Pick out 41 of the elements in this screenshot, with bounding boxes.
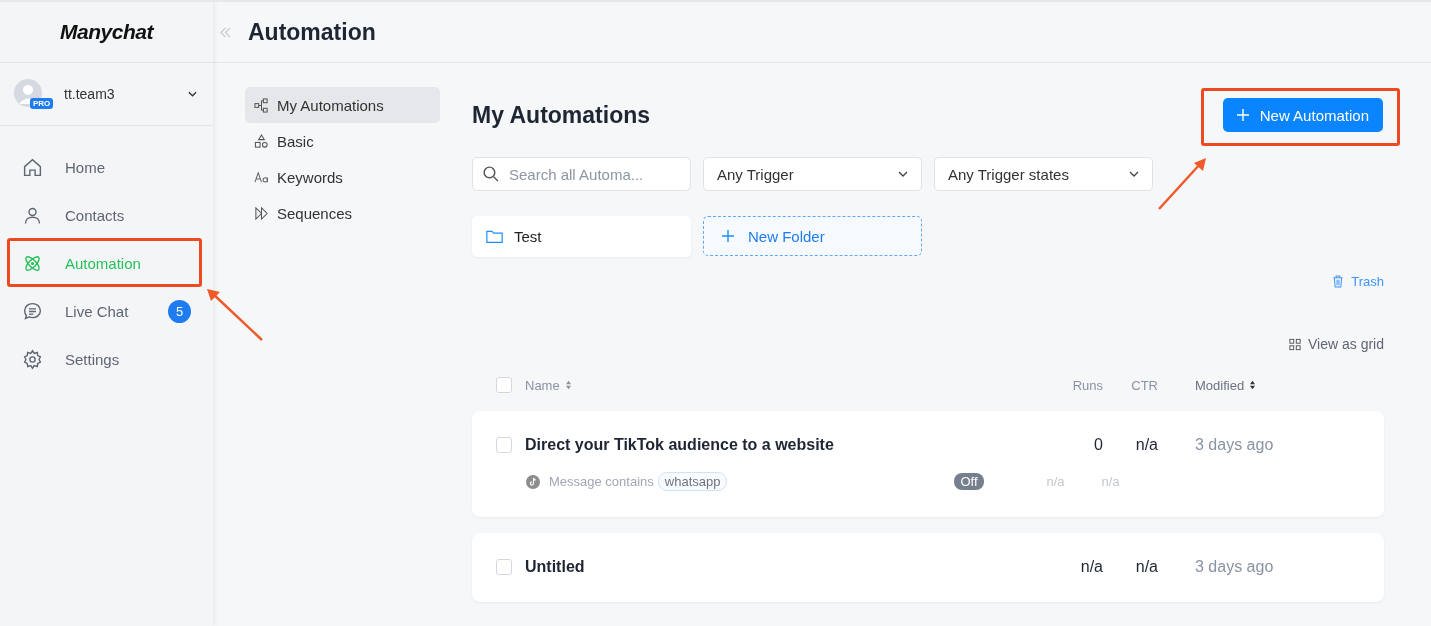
sidebar-item[interactable]: Settings [0, 335, 213, 383]
new-automation-button[interactable]: New Automation [1222, 98, 1383, 132]
column-header[interactable]: Name [525, 377, 1045, 393]
keyword-tag: whatsapp [657, 472, 728, 491]
automation-row[interactable]: Untitled n/a n/a 3 days ago [472, 533, 1384, 602]
modified-date: 3 days ago [1195, 558, 1274, 576]
modified-date: 3 days ago [1195, 436, 1274, 454]
view-as-grid-button[interactable]: View as grid [1289, 336, 1384, 352]
subnav-item[interactable]: Basic [245, 123, 440, 159]
runs-value: 0 [1093, 436, 1103, 454]
status-badge: Off [954, 473, 984, 490]
logo: Manychat [60, 20, 153, 44]
pro-badge: PRO [30, 98, 54, 109]
subnav-item[interactable]: Keywords [245, 159, 440, 195]
trash-link[interactable]: Trash [1332, 274, 1384, 289]
runs-value: n/a [1045, 474, 1065, 489]
filter-dropdown[interactable]: Any Trigger states [934, 157, 1153, 191]
automation-name: Direct your TikTok audience to a website [525, 436, 835, 454]
new-folder-button[interactable]: New Folder [703, 216, 922, 256]
page-title: Automation [248, 18, 376, 46]
subnav-item[interactable]: Sequences [245, 195, 440, 231]
ctr-value: n/a [1134, 558, 1158, 576]
column-header: CTR [1130, 377, 1158, 393]
sidebar-item[interactable]: Home [0, 143, 213, 191]
automation-name: Untitled [525, 558, 586, 576]
column-header[interactable]: Modified [1195, 377, 1257, 393]
ctr-value: n/a [1134, 436, 1158, 454]
runs-value: n/a [1079, 558, 1103, 576]
subnav-item[interactable]: My Automations [245, 87, 440, 123]
ctr-value: n/a [1100, 474, 1120, 489]
column-header: Runs [1071, 377, 1103, 393]
trigger-text: Message contains [549, 474, 654, 489]
search-field[interactable]: Search all Automa... [472, 157, 691, 191]
section-title: My Automations [472, 101, 651, 129]
filter-dropdown[interactable]: Any Trigger [703, 157, 922, 191]
sidebar-item[interactable]: Contacts [0, 191, 213, 239]
sidebar-item[interactable]: Live Chat 5 [0, 287, 213, 335]
automation-row[interactable]: Direct your TikTok audience to a website 0 n/a 3 days ago Message contains whatsapp Off n/a n/a [472, 411, 1384, 517]
account-name[interactable]: tt.team3 [54, 86, 178, 102]
unread-count-badge: 5 [168, 299, 191, 323]
folder-card[interactable]: Test [472, 216, 691, 257]
